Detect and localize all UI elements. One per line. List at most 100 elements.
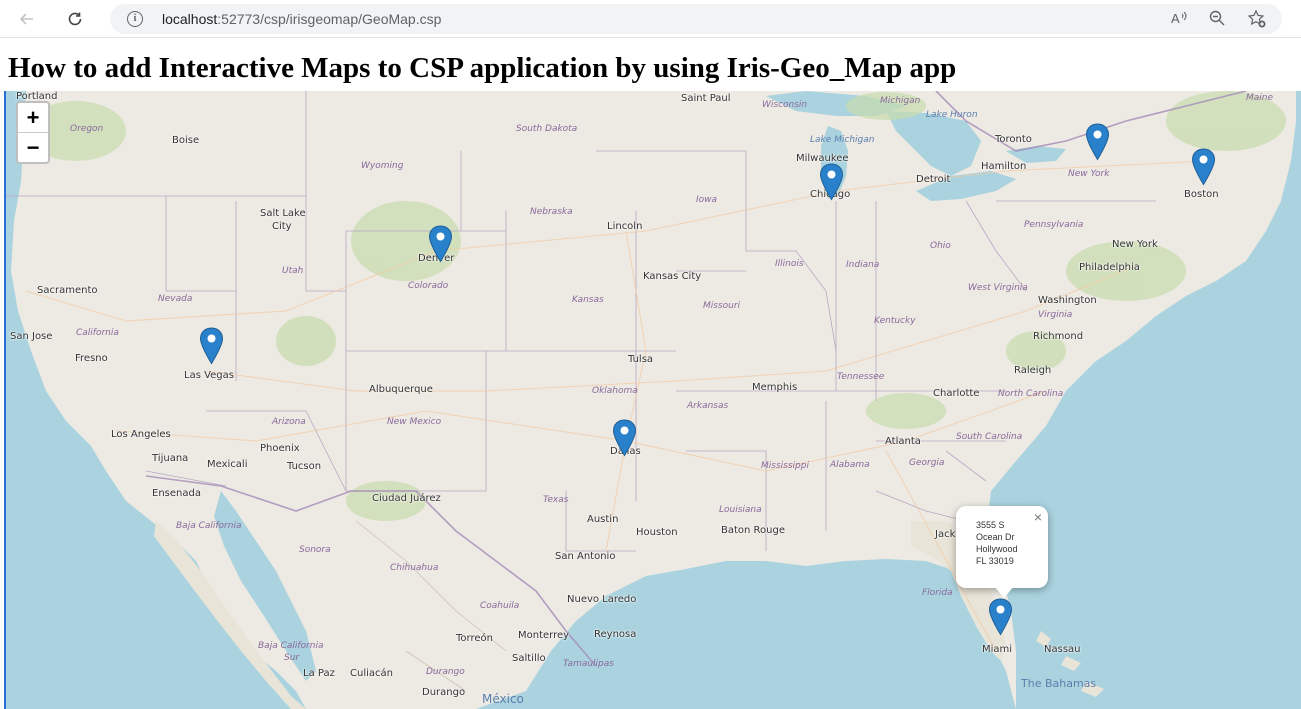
svg-text:A: A bbox=[1171, 11, 1180, 26]
region-label: Utah bbox=[282, 266, 304, 276]
city-label: Philadelphia bbox=[1079, 262, 1140, 273]
city-label: Boston bbox=[1184, 189, 1219, 200]
region-label: Tamaulipas bbox=[563, 659, 614, 669]
city-label: Charlotte bbox=[933, 388, 980, 399]
region-label: Maine bbox=[1246, 93, 1274, 103]
region-label: Michigan bbox=[880, 96, 921, 106]
map-marker-icon[interactable] bbox=[1191, 148, 1216, 186]
city-label: Toronto bbox=[995, 134, 1032, 145]
browser-toolbar: i localhost:52773/csp/irisgeomap/GeoMap.… bbox=[0, 0, 1301, 38]
read-aloud-icon[interactable]: A bbox=[1168, 9, 1190, 29]
region-label: Sur bbox=[284, 653, 300, 663]
city-label: Tucson bbox=[287, 461, 322, 472]
popup-address: 3555 S Ocean Dr Hollywood FL 33019 bbox=[976, 519, 1018, 567]
region-label: Sonora bbox=[299, 545, 331, 555]
region-label: Iowa bbox=[696, 195, 718, 205]
map-marker-icon[interactable] bbox=[428, 225, 453, 263]
region-label: Georgia bbox=[909, 458, 945, 468]
info-icon[interactable]: i bbox=[127, 11, 143, 27]
city-label: Houston bbox=[636, 527, 678, 538]
region-label: Chihuahua bbox=[390, 563, 439, 573]
city-label: Detroit bbox=[916, 174, 951, 185]
map-marker-icon[interactable] bbox=[199, 327, 224, 365]
map-marker-icon[interactable] bbox=[819, 163, 844, 201]
region-label: South Carolina bbox=[956, 432, 1023, 442]
city-label: Las Vegas bbox=[184, 370, 234, 381]
water-label: Lake Michigan bbox=[810, 135, 875, 145]
city-label: Richmond bbox=[1033, 331, 1084, 342]
region-label: Wisconsin bbox=[762, 100, 808, 110]
city-label: San Antonio bbox=[555, 551, 616, 562]
region-label: South Dakota bbox=[516, 124, 578, 134]
popup-address-line: Ocean Dr bbox=[976, 532, 1015, 542]
city-label: Fresno bbox=[75, 353, 108, 364]
address-bar[interactable]: i localhost:52773/csp/irisgeomap/GeoMap.… bbox=[110, 4, 1282, 34]
region-label: Arkansas bbox=[687, 401, 729, 411]
region-label: Tennessee bbox=[837, 372, 885, 382]
city-label: City bbox=[272, 221, 292, 232]
region-label: Indiana bbox=[846, 260, 880, 270]
region-label: New Mexico bbox=[387, 417, 442, 427]
region-label: Oklahoma bbox=[592, 386, 638, 396]
city-label: Reynosa bbox=[594, 629, 637, 640]
city-label: Kansas City bbox=[643, 271, 702, 282]
region-label: Oregon bbox=[70, 124, 104, 134]
region-label: Texas bbox=[543, 495, 569, 505]
city-label: Saltillo bbox=[512, 653, 546, 664]
region-label: Colorado bbox=[408, 281, 449, 291]
city-label: Phoenix bbox=[260, 443, 300, 454]
city-label: Ciudad Juárez bbox=[372, 493, 441, 504]
favorite-add-icon[interactable] bbox=[1246, 9, 1268, 29]
city-label: Saint Paul bbox=[681, 93, 731, 104]
page-title: How to add Interactive Maps to CSP appli… bbox=[8, 52, 957, 84]
map-marker-icon[interactable] bbox=[1085, 123, 1110, 161]
region-label: Kentucky bbox=[874, 316, 916, 326]
region-label: Nevada bbox=[158, 294, 193, 304]
region-label: Arizona bbox=[272, 417, 306, 427]
city-label: Ensenada bbox=[152, 488, 201, 499]
map-container[interactable]: + − Oregon Wyoming South Dakota Wisconsi… bbox=[4, 91, 1301, 709]
city-label: Albuquerque bbox=[369, 384, 433, 395]
region-label: West Virginia bbox=[968, 283, 1028, 293]
popup-close-button[interactable]: × bbox=[1034, 509, 1042, 525]
region-label: New York bbox=[1068, 169, 1110, 179]
region-label: Wyoming bbox=[361, 161, 404, 171]
city-label: Nassau bbox=[1044, 644, 1081, 655]
city-label: Boise bbox=[172, 135, 200, 146]
city-label: Memphis bbox=[752, 382, 798, 393]
region-label: Coahuila bbox=[480, 601, 520, 611]
zoom-out-button[interactable]: − bbox=[18, 132, 48, 162]
map-marker-icon[interactable] bbox=[612, 419, 637, 457]
city-label: Culiacán bbox=[350, 668, 393, 679]
region-label: Mississippi bbox=[761, 461, 809, 471]
region-label: Nebraska bbox=[530, 207, 573, 217]
city-label: Los Angeles bbox=[111, 429, 171, 440]
popup-address-line: 3555 S bbox=[976, 520, 1005, 530]
city-label: Salt Lake bbox=[260, 208, 306, 219]
city-label: Baton Rouge bbox=[721, 525, 785, 536]
region-label: Baja California bbox=[176, 521, 242, 531]
region-label: Alabama bbox=[830, 460, 870, 470]
map-basemap bbox=[6, 91, 1301, 709]
url-text: localhost:52773/csp/irisgeomap/GeoMap.cs… bbox=[162, 11, 441, 27]
city-label: Miami bbox=[982, 644, 1013, 655]
city-label: Tulsa bbox=[628, 354, 654, 365]
region-label: Durango bbox=[426, 667, 465, 677]
region-label: Kansas bbox=[572, 295, 604, 305]
refresh-icon[interactable] bbox=[64, 8, 86, 30]
city-label: Raleigh bbox=[1014, 365, 1052, 376]
popup-address-line: Hollywood bbox=[976, 544, 1018, 554]
region-label: Illinois bbox=[775, 259, 804, 269]
region-label: California bbox=[76, 328, 119, 338]
zoom-in-button[interactable]: + bbox=[18, 103, 48, 132]
city-label: New York bbox=[1112, 239, 1158, 250]
back-arrow-icon[interactable] bbox=[16, 8, 38, 30]
url-path: :52773/csp/irisgeomap/GeoMap.csp bbox=[217, 11, 442, 27]
region-label: North Carolina bbox=[998, 389, 1064, 399]
map-marker-icon[interactable] bbox=[988, 598, 1013, 636]
zoom-icon[interactable] bbox=[1206, 9, 1228, 29]
region-label: Louisiana bbox=[719, 505, 762, 515]
city-label: Portland bbox=[16, 91, 58, 102]
city-label: Tijuana bbox=[152, 453, 189, 464]
water-label: Lake Huron bbox=[926, 110, 978, 120]
